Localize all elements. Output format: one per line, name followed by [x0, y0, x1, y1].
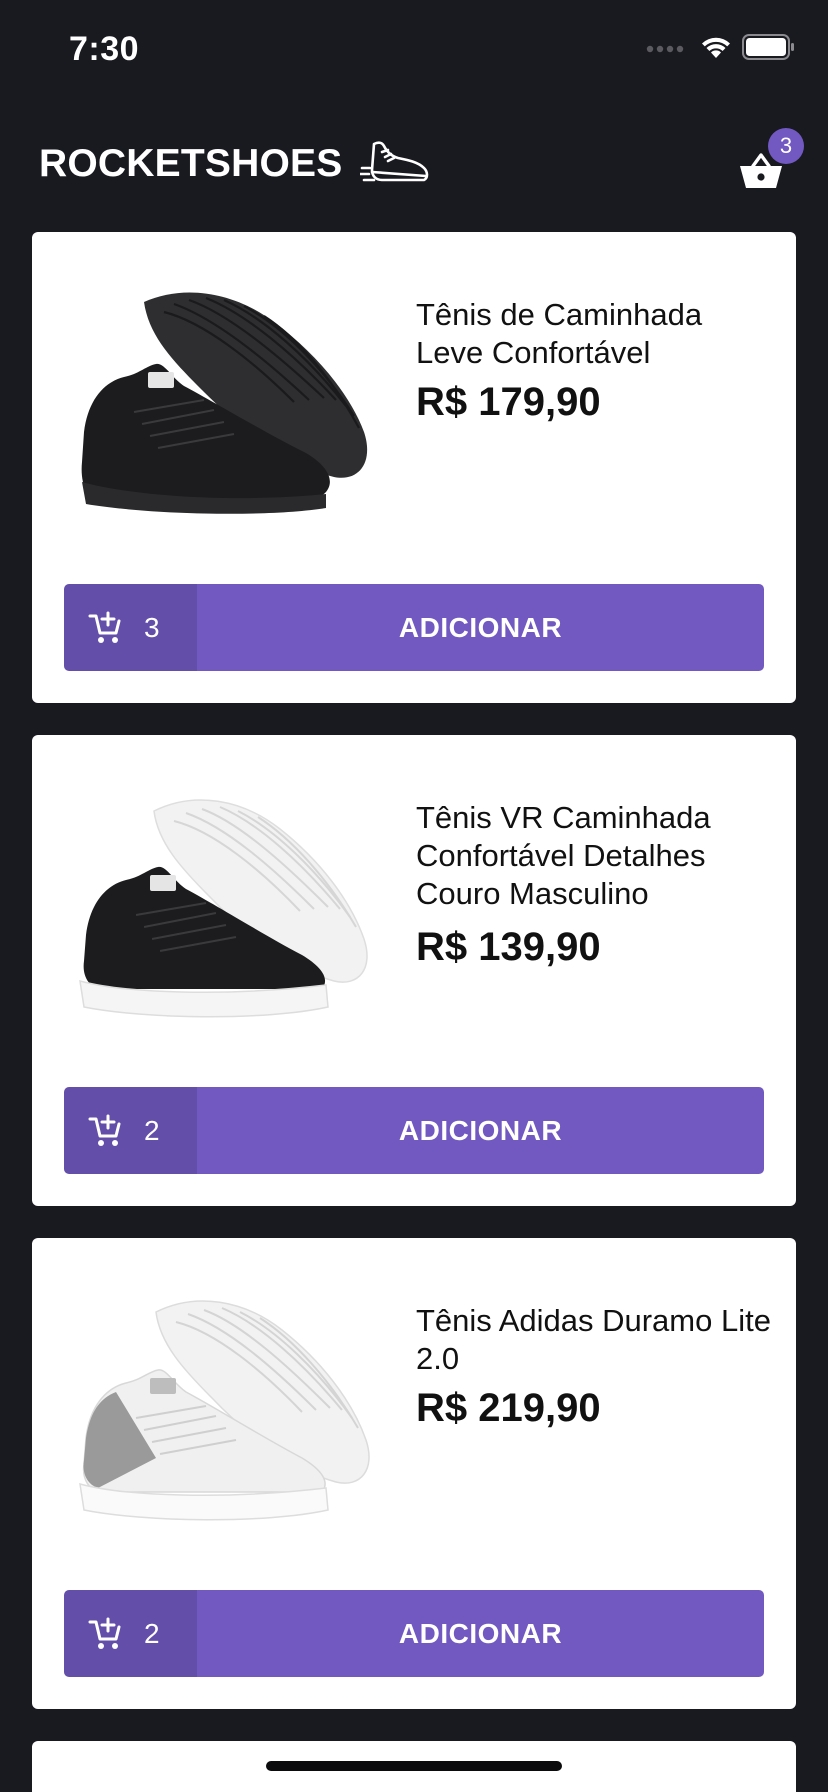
- cart-count-badge: 3: [768, 128, 804, 164]
- product-image: [79, 799, 368, 1018]
- cellular-signal-icon: [646, 45, 684, 53]
- app-screen: 7:30 ROCKETSHOES 3 Tênis de Caminhada Le…: [0, 0, 828, 1792]
- wifi-icon: [702, 37, 730, 58]
- product-price: R$ 139,90: [416, 925, 601, 969]
- logo-text: ROCKETSHOES: [39, 142, 343, 185]
- cart-amount-count: 3: [144, 611, 160, 643]
- product-image: [81, 292, 368, 514]
- battery-icon: [742, 34, 794, 60]
- product-card: Tênis de Caminhada Leve Confortável R$ 1…: [32, 232, 796, 703]
- add-to-cart-button[interactable]: 3 ADICIONAR: [64, 584, 764, 671]
- status-icons: [646, 34, 796, 60]
- status-bar: 7:30: [0, 0, 828, 100]
- status-time: 7:30: [69, 30, 140, 68]
- home-indicator[interactable]: [266, 1761, 562, 1771]
- product-price: R$ 179,90: [416, 380, 601, 424]
- product-info: Tênis de Caminhada Leve Confortável: [416, 296, 776, 372]
- cart-amount: 3: [64, 584, 197, 671]
- add-button-label: ADICIONAR: [398, 1617, 563, 1649]
- product-image: [79, 1300, 370, 1521]
- header: ROCKETSHOES 3: [0, 100, 828, 230]
- product-title: Tênis VR Caminhada Confortável Detalhes …: [416, 800, 711, 911]
- add-button-label: ADICIONAR: [398, 1114, 563, 1146]
- cart-amount: 2: [64, 1087, 197, 1174]
- sneaker-icon: [360, 141, 429, 182]
- cart-plus-icon: [88, 1617, 121, 1649]
- product-info: Tênis VR Caminhada Confortável Detalhes …: [416, 799, 776, 913]
- product-list: Tênis de Caminhada Leve Confortável R$ 1…: [32, 232, 796, 1792]
- product-info: Tênis Adidas Duramo Lite 2.0: [416, 1302, 776, 1378]
- add-button-label: ADICIONAR: [398, 611, 563, 643]
- product-price: R$ 219,90: [416, 1386, 601, 1430]
- cart-plus-icon: [88, 1114, 121, 1146]
- add-to-cart-button[interactable]: 2 ADICIONAR: [64, 1087, 764, 1174]
- product-card: Tênis Adidas Duramo Lite 2.0 R$ 219,90 2…: [32, 1238, 796, 1709]
- add-to-cart-button[interactable]: 2 ADICIONAR: [64, 1590, 764, 1677]
- cart-amount: 2: [64, 1590, 197, 1677]
- product-title: Tênis Adidas Duramo Lite 2.0: [416, 1303, 771, 1376]
- cart-button[interactable]: 3: [738, 128, 808, 198]
- cart-plus-icon: [88, 611, 121, 643]
- cart-amount-count: 2: [144, 1617, 160, 1649]
- product-title: Tênis de Caminhada Leve Confortável: [416, 297, 703, 370]
- product-card: Tênis VR Caminhada Confortável Detalhes …: [32, 735, 796, 1206]
- logo[interactable]: ROCKETSHOES: [39, 138, 432, 190]
- cart-amount-count: 2: [144, 1114, 160, 1146]
